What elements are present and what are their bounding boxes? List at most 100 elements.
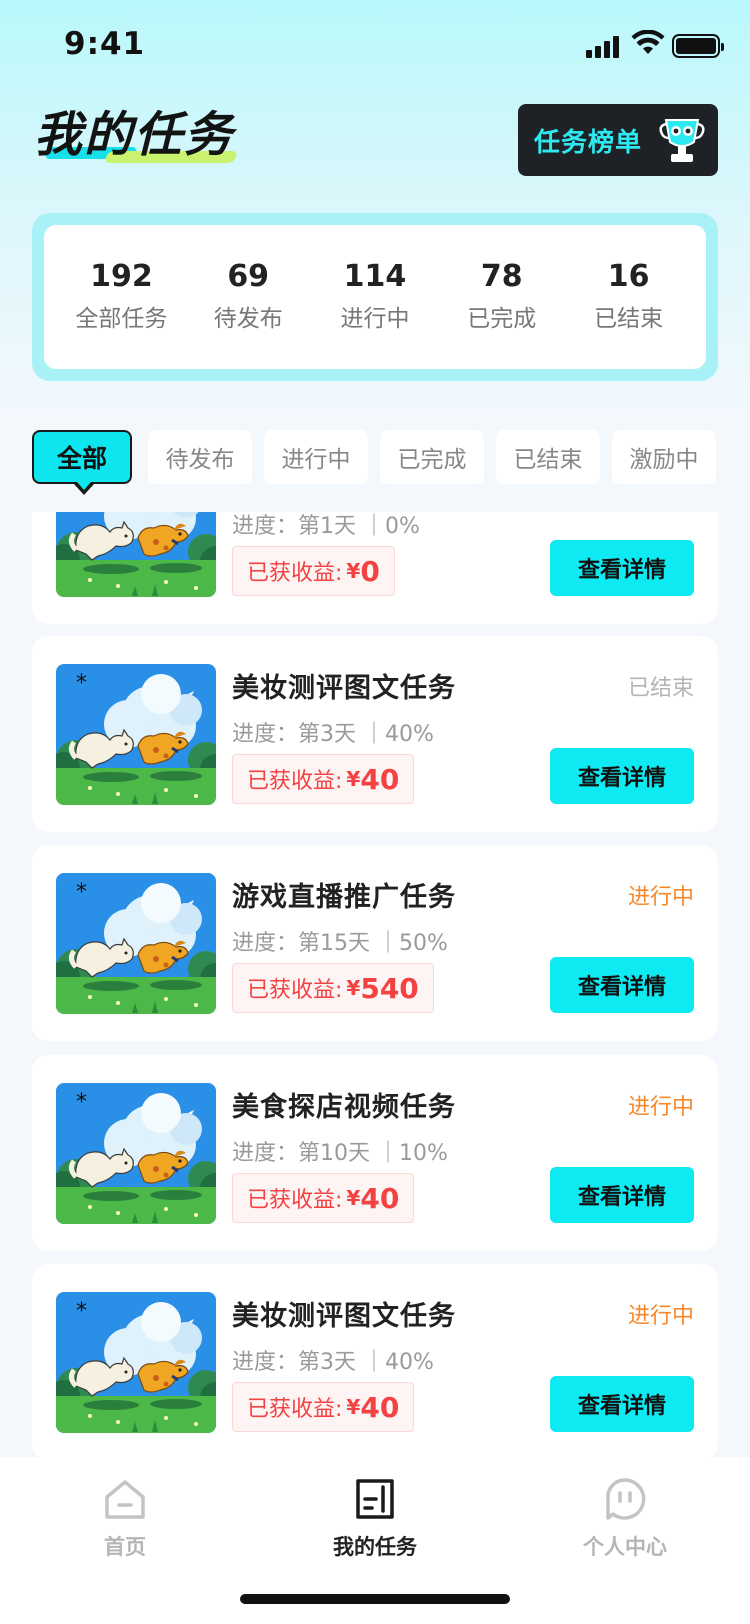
status-time: 9:41 [64,26,146,62]
stat-pending[interactable]: 69 待发布 [188,255,308,339]
task-thumbnail: * [56,512,216,597]
earnings-value: 40 [360,762,400,796]
earnings-label: 已获收益: [247,561,343,586]
profile-icon [606,1478,646,1520]
stat-all-tasks[interactable]: 192 全部任务 [61,255,181,339]
tab-incentive[interactable]: 激励中 [612,430,716,484]
task-card[interactable]: * 美妆测评图文任务 已结束 进度：第3天 ｜40% 已获收益: ¥40 查看详情 [32,636,718,832]
tab-in-progress[interactable]: 进行中 [264,430,368,484]
progress-day: 第3天 [298,1350,357,1375]
cellular-signal-icon [586,34,622,58]
page-title-wrap: 我的任务 [34,103,239,173]
stat-number: 114 [343,259,407,294]
earnings-badge: 已获收益: ¥40 [232,754,415,804]
cat-dog-illustration: * [56,1292,216,1433]
stat-number: 69 [227,259,270,294]
progress-label: 进度： [232,722,299,747]
task-card[interactable]: * 美食探店视频任务 进行中 进度：第10天 ｜10% 已获收益: ¥40 查看详… [32,1055,718,1251]
currency-symbol: ¥ [346,559,361,583]
progress-day: 第10天 [298,1141,371,1166]
earnings-badge: 已获收益: ¥40 [232,1173,415,1223]
task-status: 进行中 [627,885,694,910]
currency-symbol: ¥ [346,767,361,791]
task-stats-panel: 192 全部任务 69 待发布 114 进行中 78 已完成 16 已结束 [32,213,718,381]
task-list[interactable]: * 进度：第1天 ｜0% 已获收益:¥0 查看详情 * 美妆测评图文任务 已结束… [0,512,750,1457]
task-card[interactable]: * 游戏直播推广任务 进行中 进度：第15天 ｜50% 已获收益: ¥540 查看… [32,845,718,1041]
progress-percent: 40% [385,722,434,747]
task-thumbnail: * [56,664,216,805]
task-card[interactable]: * 美妆测评图文任务 进行中 进度：第3天 ｜40% 已获收益: ¥40 查看详情 [32,1264,718,1457]
task-status: 进行中 [627,1304,694,1329]
stat-completed[interactable]: 78 已完成 [442,255,562,339]
progress-label: 进度： [232,1350,299,1375]
stat-number: 192 [90,259,153,294]
nav-label: 我的任务 [333,1535,417,1559]
wifi-icon [631,30,665,54]
view-details-button[interactable]: 查看详情 [550,748,694,804]
task-thumbnail: * [56,1292,216,1433]
view-details-button[interactable]: 查看详情 [550,1167,694,1223]
cat-dog-illustration: * [56,664,216,805]
svg-text:*: * [76,880,87,905]
nav-my-tasks[interactable]: 我的任务 [295,1465,455,1565]
stat-number: 16 [607,259,650,294]
progress-day: 第1天 [298,514,357,539]
page-title: 我的任务 [34,107,235,163]
home-icon [105,1480,145,1519]
svg-text:*: * [76,1090,87,1115]
cat-dog-illustration: * [56,512,216,597]
progress-label: 进度： [232,1141,299,1166]
task-thumbnail: * [56,1083,216,1224]
home-indicator[interactable] [240,1594,510,1604]
trophy-icon [659,119,705,162]
view-details-button[interactable]: 查看详情 [550,540,694,596]
task-progress: 进度：第15天 ｜50% [232,931,448,956]
task-progress: 进度：第1天 ｜0% [232,514,420,539]
task-name: 美妆测评图文任务 [232,1301,456,1332]
task-progress: 进度：第3天 ｜40% [232,1350,434,1375]
task-name: 游戏直播推广任务 [232,882,456,913]
earnings-badge: 已获收益: ¥40 [232,1382,415,1432]
view-details-button[interactable]: 查看详情 [550,1376,694,1432]
svg-text:*: * [76,1299,87,1324]
task-progress: 进度：第10天 ｜10% [232,1141,448,1166]
progress-label: 进度： [232,931,299,956]
task-card[interactable]: * 进度：第1天 ｜0% 已获收益:¥0 查看详情 [32,512,718,624]
task-ranking-button[interactable]: 任务榜单 [518,104,718,176]
view-details-button[interactable]: 查看详情 [550,957,694,1013]
stat-label: 进行中 [340,306,410,332]
nav-label: 首页 [104,1535,146,1559]
earnings-value: 540 [360,971,419,1005]
progress-percent: 40% [385,1350,434,1375]
earnings-label: 已获收益: [247,769,343,794]
progress-percent: 10% [399,1141,448,1166]
tab-all[interactable]: 全部 [32,430,132,495]
earnings-value: 40 [360,1181,400,1215]
stat-label: 全部任务 [75,306,168,332]
earnings-value: 0 [360,554,380,588]
progress-percent: 50% [399,931,448,956]
cat-dog-illustration: * [56,873,216,1014]
progress-percent: 0% [385,514,420,539]
currency-symbol: ¥ [346,1186,361,1210]
stat-ended[interactable]: 16 已结束 [569,255,689,339]
earnings-value: 40 [360,1390,400,1424]
stat-label: 已完成 [467,306,537,332]
tab-pending[interactable]: 待发布 [148,430,252,484]
filter-tabs: 全部 待发布 进行中 已完成 已结束 激励中 [32,430,750,495]
battery-icon [672,34,724,58]
task-progress: 进度：第3天 ｜40% [232,722,434,747]
stat-in-progress[interactable]: 114 进行中 [315,255,435,339]
earnings-label: 已获收益: [247,1188,343,1213]
cat-dog-illustration: * [56,1083,216,1224]
currency-symbol: ¥ [346,976,361,1000]
stat-label: 待发布 [213,306,283,332]
nav-profile[interactable]: 个人中心 [545,1465,705,1565]
task-status: 已结束 [627,676,694,701]
task-name: 美妆测评图文任务 [232,673,456,704]
tab-ended[interactable]: 已结束 [496,430,600,484]
status-bar: 9:41 [0,0,750,90]
earnings-label: 已获收益: [247,978,343,1003]
nav-home[interactable]: 首页 [45,1465,205,1565]
tab-completed[interactable]: 已完成 [380,430,484,484]
